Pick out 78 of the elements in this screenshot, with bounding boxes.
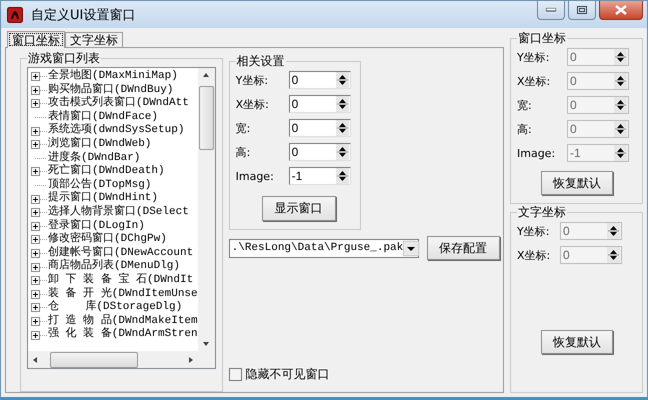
group-title: 相关设置 xyxy=(236,55,286,68)
maximize-button[interactable] xyxy=(568,1,596,20)
expand-icon[interactable] xyxy=(31,194,47,204)
hide-invisible-checkbox[interactable]: 隐藏不可见窗口 xyxy=(228,366,500,383)
minimize-icon xyxy=(546,8,556,12)
spin-arrows-icon[interactable] xyxy=(336,72,349,88)
expand-icon[interactable] xyxy=(31,72,47,82)
show-window-button[interactable]: 显示窗口 xyxy=(262,196,336,221)
spin-arrows-icon[interactable] xyxy=(336,96,349,112)
group-title: 游戏窗口列表 xyxy=(27,52,101,65)
spin-field[interactable]: 0 xyxy=(288,71,351,89)
field-label: X坐标: xyxy=(517,248,552,262)
expand-icon[interactable] xyxy=(31,235,47,244)
expand-icon[interactable] xyxy=(31,208,47,218)
restore-default-button[interactable]: 恢复默认 xyxy=(541,171,613,195)
tree-item[interactable]: 死亡窗口(DWndDeath) xyxy=(31,165,198,179)
tab[interactable]: 文字坐标 xyxy=(65,32,123,47)
field-label: Image: xyxy=(236,170,275,182)
spin-arrows-icon[interactable] xyxy=(336,120,349,136)
tree-item[interactable]: 全景地图(DMaxMiniMap) xyxy=(31,70,198,84)
tree-item[interactable]: 仓 库(DStorageDlg) xyxy=(31,301,198,315)
field-label: 宽: xyxy=(236,120,252,136)
tree-item[interactable]: 提示窗口(DWndHint) xyxy=(31,192,198,206)
group-title: 窗口坐标 xyxy=(517,32,567,45)
vertical-scrollbar[interactable] xyxy=(198,68,215,351)
minimize-button[interactable] xyxy=(537,1,565,20)
window-title: 自定义UI设置窗口 xyxy=(31,6,136,24)
tree-item[interactable]: 攻击模式列表窗口(DWndAtt xyxy=(31,97,198,111)
tab[interactable]: 窗口坐标 xyxy=(7,31,65,48)
tree-item[interactable]: 商店物品列表(DMenuDlg) xyxy=(31,260,198,274)
checkbox[interactable] xyxy=(228,368,242,381)
spin-field[interactable]: 0 xyxy=(288,143,351,161)
expand-icon[interactable] xyxy=(31,99,47,108)
save-config-button[interactable]: 保存配置 xyxy=(426,236,500,260)
expand-icon[interactable] xyxy=(31,262,47,272)
expand-icon[interactable] xyxy=(31,316,47,326)
expand-icon[interactable] xyxy=(31,167,47,176)
tree-item[interactable]: 选择人物背景窗口(DSelect xyxy=(31,206,198,220)
field-label: 高: xyxy=(517,122,533,136)
spin-field[interactable]: 0 xyxy=(288,95,351,113)
expand-icon[interactable] xyxy=(31,330,47,340)
tree-item[interactable]: 打 造 物 品(DWndMakeItem xyxy=(31,314,198,328)
expand-icon[interactable] xyxy=(31,303,47,312)
field-label: Image: xyxy=(517,146,556,160)
tree-item[interactable]: 系统选项(dwndSysSetup) xyxy=(31,124,198,138)
field-label: 高: xyxy=(236,144,252,160)
field-label: Y坐标: xyxy=(517,50,550,64)
dropdown-arrow-icon[interactable] xyxy=(403,240,420,256)
close-button[interactable] xyxy=(599,1,643,20)
expand-icon[interactable] xyxy=(31,140,47,150)
restore-default-button[interactable]: 恢复默认 xyxy=(541,330,613,354)
expand-icon[interactable] xyxy=(31,290,47,299)
expand-icon[interactable] xyxy=(31,249,47,258)
tree-item[interactable]: 修改密码窗口(DChgPw) xyxy=(31,233,198,247)
tree-item[interactable]: 卸 下 装 备 宝 石(DWndIt xyxy=(31,274,198,288)
horizontal-scrollbar[interactable] xyxy=(28,351,215,368)
expand-icon[interactable] xyxy=(31,276,47,286)
tree-item[interactable]: 强 化 装 备(DWndArmStren xyxy=(31,328,198,342)
spin-arrows-icon[interactable] xyxy=(336,168,349,184)
expand-icon[interactable] xyxy=(31,222,47,231)
maximize-icon xyxy=(577,6,587,14)
scroll-thumb[interactable] xyxy=(198,86,214,150)
expand-icon[interactable] xyxy=(31,86,47,95)
field-label: X坐标: xyxy=(236,96,270,112)
field-label: Y坐标: xyxy=(236,72,270,88)
close-icon xyxy=(615,5,627,15)
expand-icon[interactable] xyxy=(31,126,47,136)
path-dropdown[interactable]: .\ResLong\Data\Prguse_.pak xyxy=(228,238,419,258)
field-label: X坐标: xyxy=(517,74,552,88)
tree-item[interactable]: 浏览窗口(DWndWeb) xyxy=(31,138,198,152)
group-title: 文字坐标 xyxy=(517,206,567,219)
field-label: 宽: xyxy=(517,98,533,112)
field-label: Y坐标: xyxy=(517,224,550,238)
spin-field[interactable]: -1 xyxy=(288,167,351,185)
spin-arrows-icon[interactable] xyxy=(336,144,349,160)
app-icon xyxy=(7,6,23,22)
spin-field[interactable]: 0 xyxy=(288,119,351,137)
scroll-thumb[interactable] xyxy=(50,352,138,368)
